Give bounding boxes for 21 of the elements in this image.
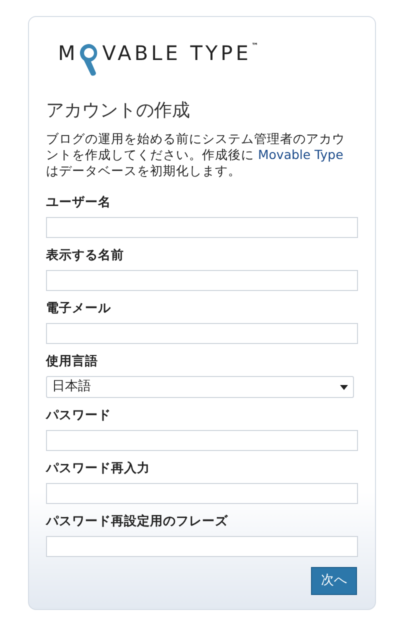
next-button[interactable]: 次へ	[311, 567, 357, 595]
input-field[interactable]	[46, 217, 358, 238]
description-text: ブログの運用を始める前にシステム管理者のアカウントを作成してください。作成後に Movable Type はデータベースを初期化します。	[46, 131, 346, 179]
input-field[interactable]	[46, 483, 358, 504]
dropdown-caret-icon	[340, 384, 348, 390]
field-label: 使用言語	[46, 352, 99, 370]
field-label: パスワード	[46, 406, 112, 424]
field-label: パスワード再設定用のフレーズ	[46, 512, 229, 530]
input-field[interactable]	[46, 323, 358, 344]
field-label: 表示する名前	[46, 246, 125, 264]
field-label: パスワード再入力	[46, 459, 151, 477]
input-field[interactable]	[46, 270, 358, 291]
input-field[interactable]	[46, 430, 358, 451]
field-label: 電子メール	[46, 299, 112, 317]
language-select[interactable]: 日本語	[46, 376, 354, 398]
input-field[interactable]	[46, 536, 358, 557]
field-label: ユーザー名	[46, 193, 112, 211]
logo-text: M	[58, 40, 78, 67]
product-link[interactable]: Movable Type	[258, 147, 344, 162]
logo-text: VABLE TYPE	[102, 40, 252, 67]
page-title: アカウントの作成	[46, 99, 191, 123]
